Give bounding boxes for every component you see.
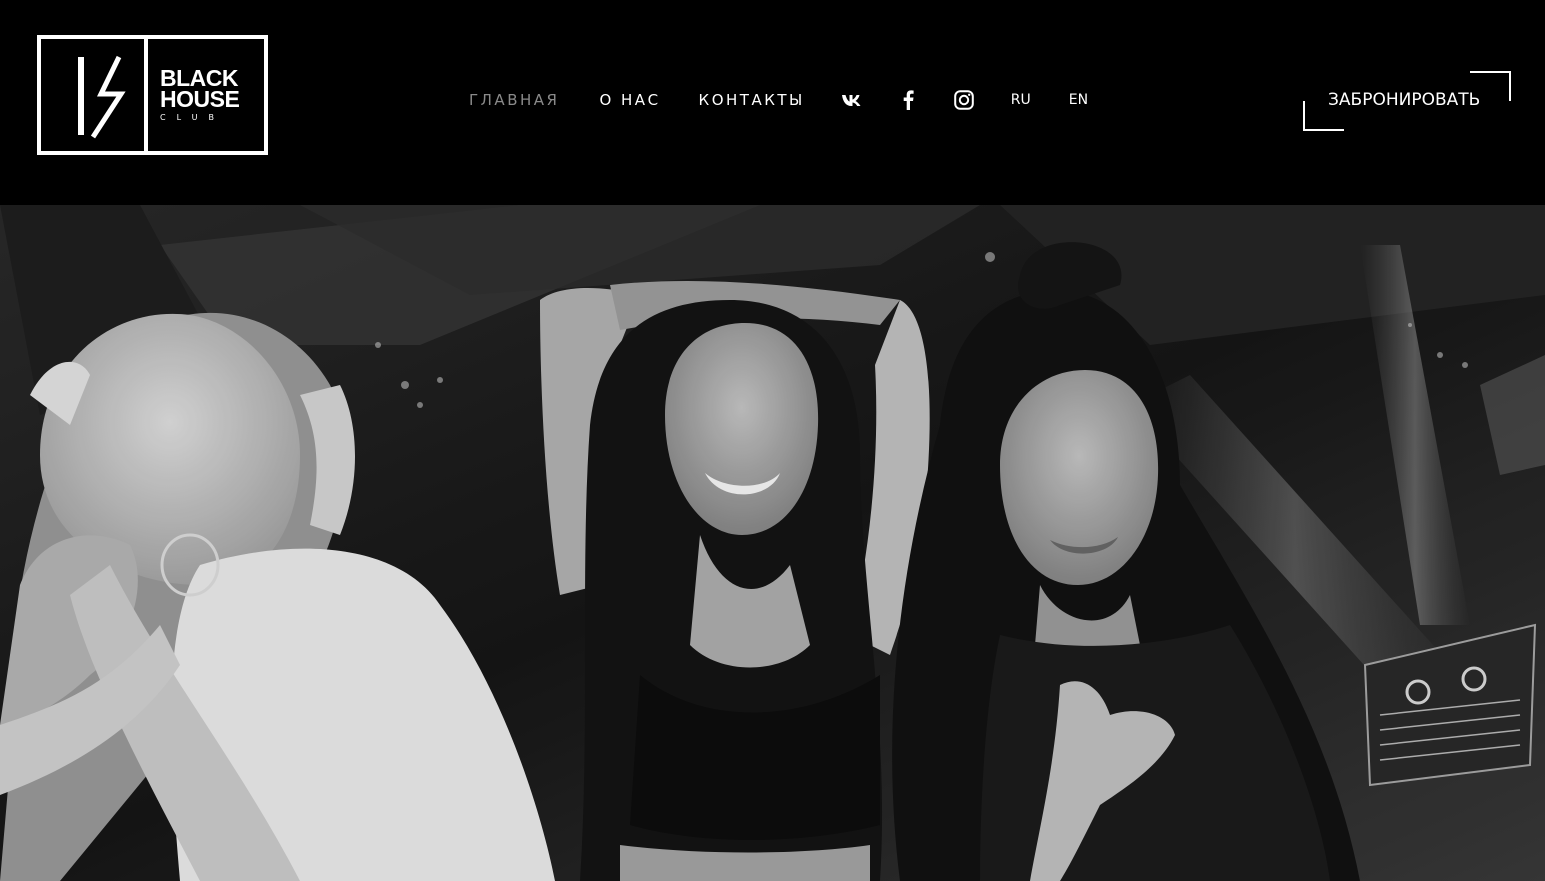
lightning-logo-icon <box>41 39 148 151</box>
main-nav: ГЛАВНАЯ О НАС КОНТАКТЫ RU EN <box>469 88 1088 112</box>
hero-photo <box>0 205 1545 881</box>
lang-ru-link[interactable]: RU <box>1011 92 1031 108</box>
lang-en-link[interactable]: EN <box>1069 92 1088 108</box>
site-header: BLACK HOUSE CLUB ГЛАВНАЯ О НАС КОНТАКТЫ … <box>0 0 1545 205</box>
book-button[interactable]: ЗАБРОНИРОВАТЬ <box>1303 71 1511 131</box>
vk-icon[interactable] <box>841 89 863 111</box>
instagram-icon[interactable] <box>953 89 975 111</box>
nav-item-contacts[interactable]: КОНТАКТЫ <box>699 91 805 109</box>
nav-item-about[interactable]: О НАС <box>599 91 660 109</box>
facebook-icon[interactable] <box>897 89 919 111</box>
logo-line-house: HOUSE <box>160 86 240 112</box>
nav-item-home[interactable]: ГЛАВНАЯ <box>469 91 559 109</box>
logo[interactable]: BLACK HOUSE CLUB <box>37 35 268 155</box>
logo-wordmark: BLACK HOUSE CLUB <box>148 39 264 151</box>
logo-line-club: CLUB <box>160 113 225 122</box>
book-button-label: ЗАБРОНИРОВАТЬ <box>1328 90 1481 110</box>
